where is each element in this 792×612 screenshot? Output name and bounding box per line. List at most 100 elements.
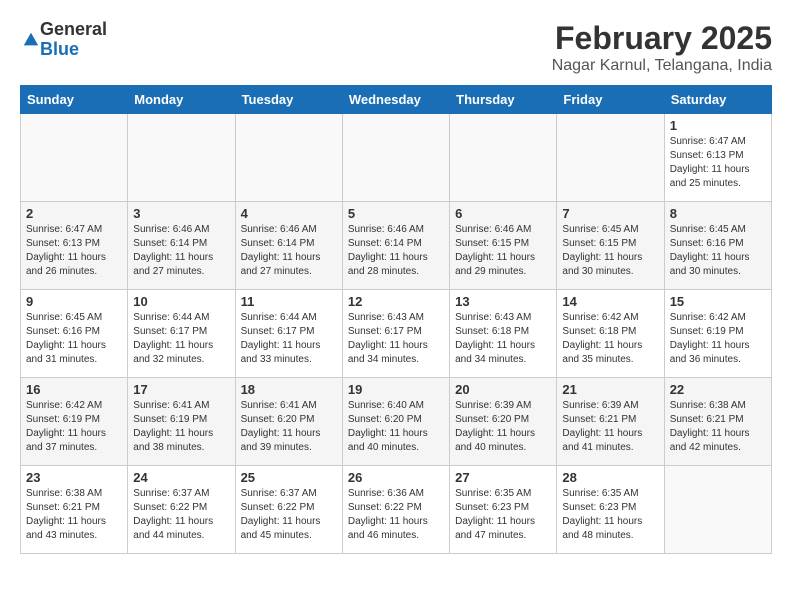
header-monday: Monday xyxy=(128,86,235,114)
calendar-body: 1Sunrise: 6:47 AM Sunset: 6:13 PM Daylig… xyxy=(21,114,772,554)
table-row xyxy=(664,466,771,554)
day-info: Sunrise: 6:45 AM Sunset: 6:15 PM Dayligh… xyxy=(562,223,658,279)
day-number: 13 xyxy=(455,294,551,309)
table-row: 18Sunrise: 6:41 AM Sunset: 6:20 PM Dayli… xyxy=(235,378,342,466)
day-number: 16 xyxy=(26,382,122,397)
day-number: 18 xyxy=(241,382,337,397)
day-number: 26 xyxy=(348,470,444,485)
table-row: 20Sunrise: 6:39 AM Sunset: 6:20 PM Dayli… xyxy=(450,378,557,466)
calendar-week-2: 2Sunrise: 6:47 AM Sunset: 6:13 PM Daylig… xyxy=(21,202,772,290)
calendar-week-1: 1Sunrise: 6:47 AM Sunset: 6:13 PM Daylig… xyxy=(21,114,772,202)
table-row: 9 Sunrise: 6:45 AM Sunset: 6:16 PM Daylig… xyxy=(21,290,128,378)
day-info: Sunrise: 6:44 AM Sunset: 6:17 PM Dayligh… xyxy=(133,311,229,367)
day-number: 9 xyxy=(26,294,122,309)
table-row: 1Sunrise: 6:47 AM Sunset: 6:13 PM Daylig… xyxy=(664,114,771,202)
table-row xyxy=(450,114,557,202)
header-thursday: Thursday xyxy=(450,86,557,114)
table-row: 4Sunrise: 6:46 AM Sunset: 6:14 PM Daylig… xyxy=(235,202,342,290)
day-number: 20 xyxy=(455,382,551,397)
table-row: 14 Sunrise: 6:42 AM Sunset: 6:18 PM Dayli… xyxy=(557,290,664,378)
day-number: 7 xyxy=(562,206,658,221)
day-info: Sunrise: 6:39 AM Sunset: 6:21 PM Dayligh… xyxy=(562,399,658,455)
day-info: Sunrise: 6:40 AM Sunset: 6:20 PM Dayligh… xyxy=(348,399,444,455)
day-info: Sunrise: 6:43 AM Sunset: 6:18 PM Dayligh… xyxy=(455,311,551,367)
header-sunday: Sunday xyxy=(21,86,128,114)
day-number: 28 xyxy=(562,470,658,485)
table-row: 10 Sunrise: 6:44 AM Sunset: 6:17 PM Dayli… xyxy=(128,290,235,378)
calendar: Sunday Monday Tuesday Wednesday Thursday… xyxy=(20,85,772,554)
day-info: Sunrise: 6:38 AM Sunset: 6:21 PM Dayligh… xyxy=(26,487,122,543)
day-info: Sunrise: 6:42 AM Sunset: 6:19 PM Dayligh… xyxy=(670,311,766,367)
table-row: 6 Sunrise: 6:46 AM Sunset: 6:15 PM Daylig… xyxy=(450,202,557,290)
day-number: 14 xyxy=(562,294,658,309)
table-row xyxy=(342,114,449,202)
day-info: Sunrise: 6:46 AM Sunset: 6:14 PM Dayligh… xyxy=(133,223,229,279)
table-row: 27 Sunrise: 6:35 AM Sunset: 6:23 PM Dayli… xyxy=(450,466,557,554)
day-info: Sunrise: 6:46 AM Sunset: 6:14 PM Dayligh… xyxy=(241,223,337,279)
main-title: February 2025 xyxy=(552,20,772,57)
day-info: Sunrise: 6:36 AM Sunset: 6:22 PM Dayligh… xyxy=(348,487,444,543)
table-row: 17 Sunrise: 6:41 AM Sunset: 6:19 PM Dayli… xyxy=(128,378,235,466)
day-number: 15 xyxy=(670,294,766,309)
header-wednesday: Wednesday xyxy=(342,86,449,114)
day-number: 25 xyxy=(241,470,337,485)
logo-text: General Blue xyxy=(40,20,107,60)
day-number: 24 xyxy=(133,470,229,485)
day-info: Sunrise: 6:42 AM Sunset: 6:19 PM Dayligh… xyxy=(26,399,122,455)
day-info: Sunrise: 6:43 AM Sunset: 6:17 PM Dayligh… xyxy=(348,311,444,367)
calendar-header: Sunday Monday Tuesday Wednesday Thursday… xyxy=(21,86,772,114)
table-row xyxy=(21,114,128,202)
table-row: 11Sunrise: 6:44 AM Sunset: 6:17 PM Dayli… xyxy=(235,290,342,378)
title-section: February 2025 Nagar Karnul, Telangana, I… xyxy=(552,20,772,75)
day-number: 10 xyxy=(133,294,229,309)
day-info: Sunrise: 6:46 AM Sunset: 6:14 PM Dayligh… xyxy=(348,223,444,279)
day-number: 8 xyxy=(670,206,766,221)
day-info: Sunrise: 6:45 AM Sunset: 6:16 PM Dayligh… xyxy=(26,311,122,367)
table-row: 7 Sunrise: 6:45 AM Sunset: 6:15 PM Daylig… xyxy=(557,202,664,290)
table-row: 16 Sunrise: 6:42 AM Sunset: 6:19 PM Dayli… xyxy=(21,378,128,466)
table-row: 26 Sunrise: 6:36 AM Sunset: 6:22 PM Dayli… xyxy=(342,466,449,554)
day-number: 5 xyxy=(348,206,444,221)
day-info: Sunrise: 6:46 AM Sunset: 6:15 PM Dayligh… xyxy=(455,223,551,279)
page-header: General Blue February 2025 Nagar Karnul,… xyxy=(20,20,772,75)
day-number: 6 xyxy=(455,206,551,221)
table-row: 8Sunrise: 6:45 AM Sunset: 6:16 PM Daylig… xyxy=(664,202,771,290)
logo-icon xyxy=(22,31,40,49)
table-row: 21 Sunrise: 6:39 AM Sunset: 6:21 PM Dayli… xyxy=(557,378,664,466)
day-info: Sunrise: 6:35 AM Sunset: 6:23 PM Dayligh… xyxy=(455,487,551,543)
logo-general: General xyxy=(40,20,107,40)
day-info: Sunrise: 6:37 AM Sunset: 6:22 PM Dayligh… xyxy=(133,487,229,543)
calendar-week-3: 9 Sunrise: 6:45 AM Sunset: 6:16 PM Daylig… xyxy=(21,290,772,378)
table-row xyxy=(557,114,664,202)
table-row: 19 Sunrise: 6:40 AM Sunset: 6:20 PM Dayli… xyxy=(342,378,449,466)
subtitle: Nagar Karnul, Telangana, India xyxy=(552,57,772,75)
day-number: 27 xyxy=(455,470,551,485)
logo: General Blue xyxy=(20,20,107,60)
table-row: 13 Sunrise: 6:43 AM Sunset: 6:18 PM Dayli… xyxy=(450,290,557,378)
logo-blue: Blue xyxy=(40,40,107,60)
day-number: 23 xyxy=(26,470,122,485)
day-number: 12 xyxy=(348,294,444,309)
table-row: 15 Sunrise: 6:42 AM Sunset: 6:19 PM Dayli… xyxy=(664,290,771,378)
calendar-week-5: 23 Sunrise: 6:38 AM Sunset: 6:21 PM Dayli… xyxy=(21,466,772,554)
table-row: 12 Sunrise: 6:43 AM Sunset: 6:17 PM Dayli… xyxy=(342,290,449,378)
day-number: 22 xyxy=(670,382,766,397)
header-friday: Friday xyxy=(557,86,664,114)
header-tuesday: Tuesday xyxy=(235,86,342,114)
day-number: 19 xyxy=(348,382,444,397)
day-number: 17 xyxy=(133,382,229,397)
table-row: 22 Sunrise: 6:38 AM Sunset: 6:21 PM Dayli… xyxy=(664,378,771,466)
day-info: Sunrise: 6:47 AM Sunset: 6:13 PM Dayligh… xyxy=(26,223,122,279)
day-info: Sunrise: 6:42 AM Sunset: 6:18 PM Dayligh… xyxy=(562,311,658,367)
day-info: Sunrise: 6:38 AM Sunset: 6:21 PM Dayligh… xyxy=(670,399,766,455)
day-number: 21 xyxy=(562,382,658,397)
calendar-week-4: 16 Sunrise: 6:42 AM Sunset: 6:19 PM Dayli… xyxy=(21,378,772,466)
table-row: 28Sunrise: 6:35 AM Sunset: 6:23 PM Dayli… xyxy=(557,466,664,554)
table-row xyxy=(128,114,235,202)
table-row: 24 Sunrise: 6:37 AM Sunset: 6:22 PM Dayli… xyxy=(128,466,235,554)
table-row: 2Sunrise: 6:47 AM Sunset: 6:13 PM Daylig… xyxy=(21,202,128,290)
day-info: Sunrise: 6:41 AM Sunset: 6:19 PM Dayligh… xyxy=(133,399,229,455)
day-number: 11 xyxy=(241,294,337,309)
table-row: 3Sunrise: 6:46 AM Sunset: 6:14 PM Daylig… xyxy=(128,202,235,290)
table-row: 25Sunrise: 6:37 AM Sunset: 6:22 PM Dayli… xyxy=(235,466,342,554)
